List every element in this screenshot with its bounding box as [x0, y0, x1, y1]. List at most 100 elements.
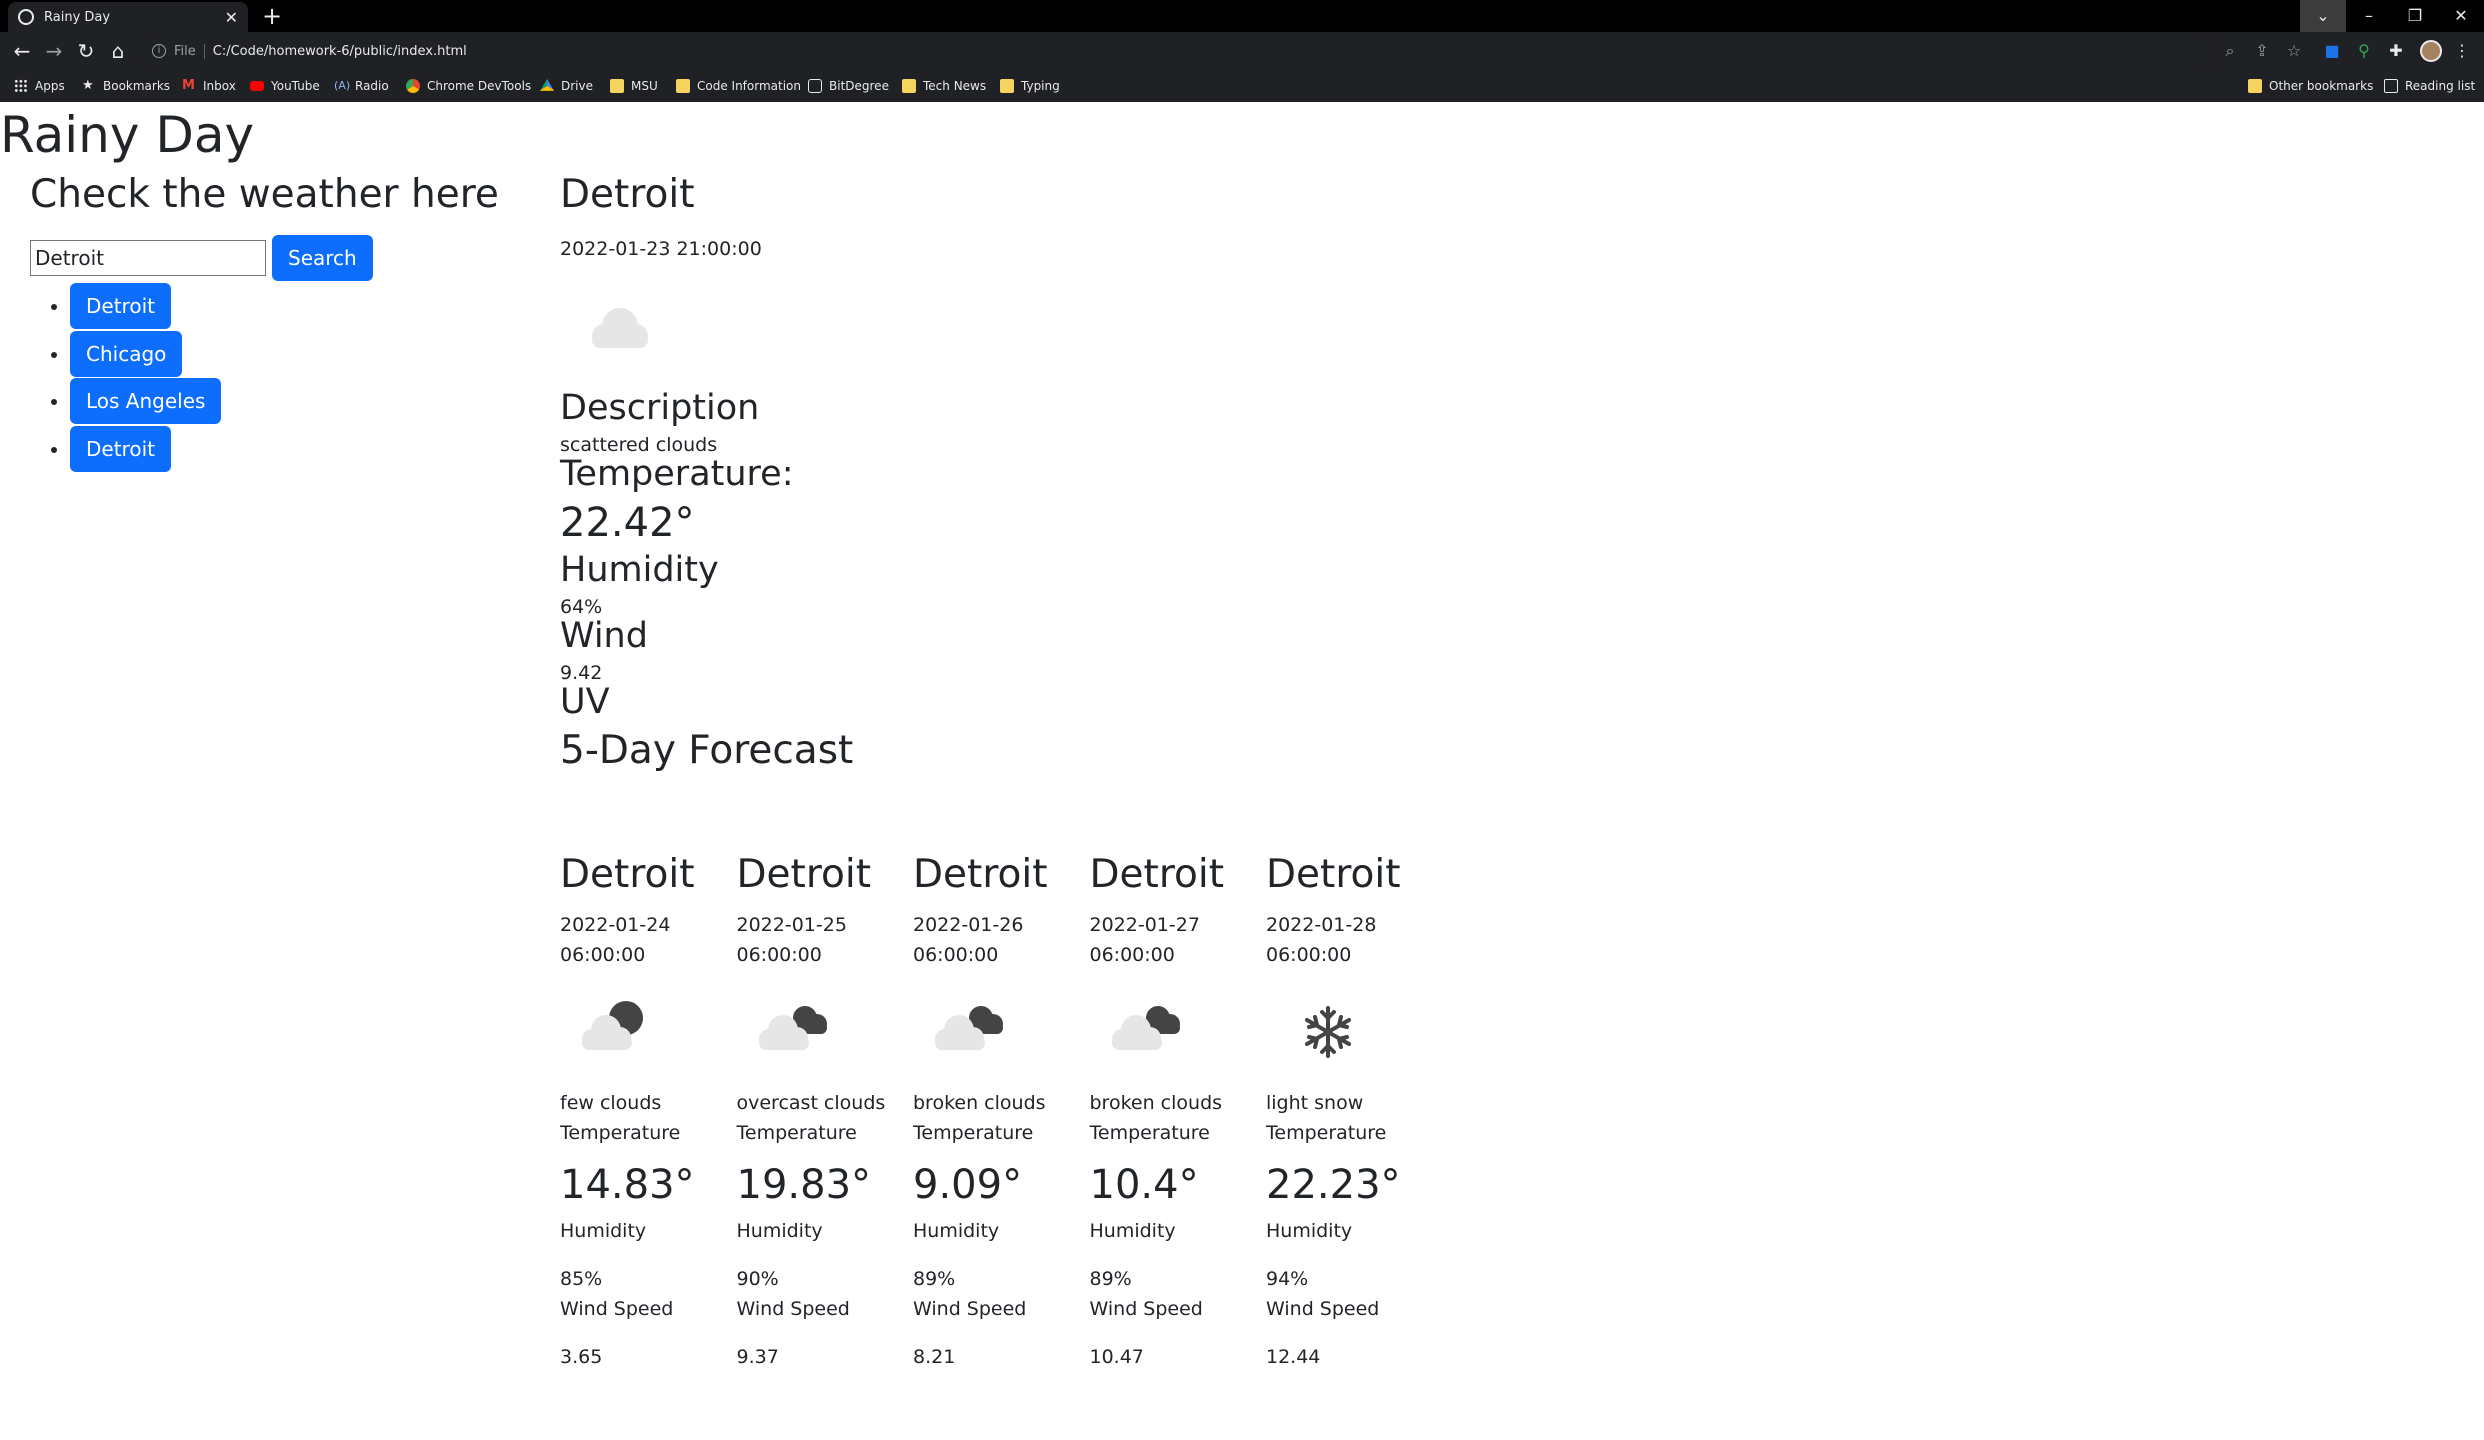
puzzle-icon[interactable]: ✚ — [2386, 41, 2406, 61]
bookmark-bitdegree[interactable]: BitDegree — [808, 76, 889, 96]
bookmark-apps[interactable]: Apps — [14, 76, 65, 96]
few-clouds-night-icon — [560, 976, 670, 1086]
forecast-humidity-label: Humidity — [913, 1220, 1000, 1242]
back-arrow-icon[interactable]: ← — [8, 37, 36, 65]
address-bar[interactable]: i File C:/Code/homework-6/public/index.h… — [140, 36, 2220, 66]
extension-s-icon[interactable]: ■ — [2322, 41, 2342, 61]
forecast-heading: 5-Day Forecast — [560, 728, 854, 773]
forecast-card: Detroit 2022-01-27 06:00:00 broken cloud… — [1090, 852, 1267, 1372]
close-icon[interactable]: ✕ — [225, 8, 238, 27]
bookmark-tech-news[interactable]: Tech News — [902, 76, 986, 96]
bookmark-label: YouTube — [271, 79, 320, 93]
search-button[interactable]: Search — [272, 235, 373, 281]
humidity-heading: Humidity — [560, 550, 719, 590]
scattered-clouds-icon — [560, 270, 680, 390]
info-icon[interactable]: i — [152, 44, 166, 58]
bookmark-radio[interactable]: (A) Radio — [334, 76, 389, 96]
forecast-temperature: 19.83° — [736, 1162, 872, 1208]
tab-strip: Rainy Day ✕ + ⌄ – ❐ ✕ — [0, 0, 2484, 32]
history-button-detroit[interactable]: Detroit — [70, 425, 171, 472]
bookmark-label: Code Information — [697, 79, 801, 93]
forecast-card: Detroit 2022-01-24 06:00:00 few clouds T… — [560, 852, 737, 1372]
history-button-detroit[interactable]: Detroit — [70, 283, 171, 329]
url-text[interactable]: C:/Code/homework-6/public/index.html — [213, 44, 467, 59]
youtube-icon — [250, 81, 264, 91]
history-button-los-angeles[interactable]: Los Angeles — [70, 378, 222, 424]
forecast-humidity: 89% — [1089, 1268, 1132, 1290]
forecast-city: Detroit — [1089, 852, 1224, 897]
bookmark-inbox[interactable]: M Inbox — [182, 76, 236, 96]
forecast-time: 06:00:00 — [1266, 944, 1352, 966]
history-item: Chicago — [70, 330, 530, 379]
tab-title: Rainy Day — [44, 9, 111, 25]
history-item: Detroit — [70, 283, 530, 331]
forecast-time: 06:00:00 — [736, 944, 822, 966]
tab-search-icon[interactable]: ⌄ — [2300, 0, 2346, 32]
city-search-input[interactable] — [30, 240, 266, 276]
forecast-humidity: 90% — [736, 1268, 779, 1290]
forecast-date: 2022-01-28 — [1266, 914, 1377, 936]
forecast-city: Detroit — [736, 852, 871, 897]
history-button-chicago[interactable]: Chicago — [70, 330, 183, 377]
forecast-time: 06:00:00 — [560, 944, 646, 966]
bookmark-bookmarks[interactable]: ★ Bookmarks — [82, 76, 170, 96]
search-row: Search — [30, 235, 530, 281]
current-weather: Detroit 2022-01-23 21:00:00 Description … — [560, 172, 1760, 773]
profile-avatar[interactable] — [2420, 40, 2442, 62]
page-viewport: Rainy Day Check the weather here Search … — [0, 102, 2484, 1440]
chrome-icon — [406, 79, 420, 93]
extension-key-icon[interactable]: ⚲ — [2354, 41, 2374, 61]
forecast-humidity-label: Humidity — [736, 1220, 823, 1242]
menu-kebab-icon[interactable]: ⋮ — [2452, 41, 2472, 61]
forecast-wind: 9.37 — [736, 1346, 779, 1368]
bookmark-label: BitDegree — [829, 79, 889, 93]
bookmark-drive[interactable]: Drive — [540, 76, 593, 96]
minimize-icon[interactable]: – — [2346, 0, 2392, 32]
forecast-humidity: 89% — [913, 1268, 956, 1290]
window-close-icon[interactable]: ✕ — [2438, 0, 2484, 32]
bookmark-chrome-devtools[interactable]: Chrome DevTools — [406, 76, 531, 96]
new-tab-icon[interactable]: + — [258, 2, 286, 30]
forecast-time: 06:00:00 — [1089, 944, 1175, 966]
forecast-humidity-label: Humidity — [1266, 1220, 1353, 1242]
forecast-description: light snow — [1266, 1092, 1364, 1114]
bitdegree-icon — [808, 79, 822, 93]
forecast-humidity-label: Humidity — [560, 1220, 647, 1242]
bookmark-label: Inbox — [203, 79, 236, 93]
bookmark-youtube[interactable]: YouTube — [250, 76, 320, 96]
forecast-date: 2022-01-24 — [560, 914, 671, 936]
forecast-city: Detroit — [913, 852, 1048, 897]
bookmark-msu[interactable]: MSU — [610, 76, 658, 96]
reading-list-button[interactable]: Reading list — [2384, 76, 2475, 96]
forecast-humidity-label: Humidity — [1089, 1220, 1176, 1242]
search-panel: Check the weather here Search Detroit Ch… — [30, 172, 530, 473]
bookmark-other-bookmarks[interactable]: Other bookmarks — [2248, 76, 2373, 96]
forecast-temp-label: Temperature — [913, 1122, 1034, 1144]
forecast-description: few clouds — [560, 1092, 662, 1114]
reload-icon[interactable]: ↻ — [72, 37, 100, 65]
bookmark-code-information[interactable]: Code Information — [676, 76, 801, 96]
share-icon[interactable]: ⇪ — [2252, 41, 2272, 61]
temperature-heading: Temperature: — [560, 454, 794, 494]
bookmark-label: MSU — [631, 79, 658, 93]
browser-toolbar: ← → ↻ ⌂ i File C:/Code/homework-6/public… — [0, 32, 2484, 70]
browser-tab[interactable]: Rainy Day ✕ — [8, 2, 248, 32]
forecast-temperature: 14.83° — [560, 1162, 695, 1208]
forward-arrow-icon[interactable]: → — [40, 37, 68, 65]
zoom-icon[interactable]: ⌕ — [2220, 41, 2240, 61]
folder-icon — [2248, 79, 2262, 93]
folder-icon — [902, 79, 916, 93]
forecast-card: Detroit 2022-01-28 06:00:00 light snow T… — [1266, 852, 1443, 1372]
restore-icon[interactable]: ❐ — [2392, 0, 2438, 32]
home-icon[interactable]: ⌂ — [104, 37, 132, 65]
uv-heading: UV — [560, 682, 610, 722]
forecast-wind: 3.65 — [560, 1346, 603, 1368]
forecast-wind: 10.47 — [1089, 1346, 1144, 1368]
forecast-card: Detroit 2022-01-25 06:00:00 overcast clo… — [737, 852, 914, 1372]
bookmark-label: Typing — [1021, 79, 1060, 93]
folder-icon — [610, 79, 624, 93]
broken-clouds-icon — [913, 976, 1023, 1086]
globe-icon — [18, 9, 34, 25]
bookmark-typing[interactable]: Typing — [1000, 76, 1060, 96]
star-icon[interactable]: ☆ — [2284, 41, 2304, 61]
